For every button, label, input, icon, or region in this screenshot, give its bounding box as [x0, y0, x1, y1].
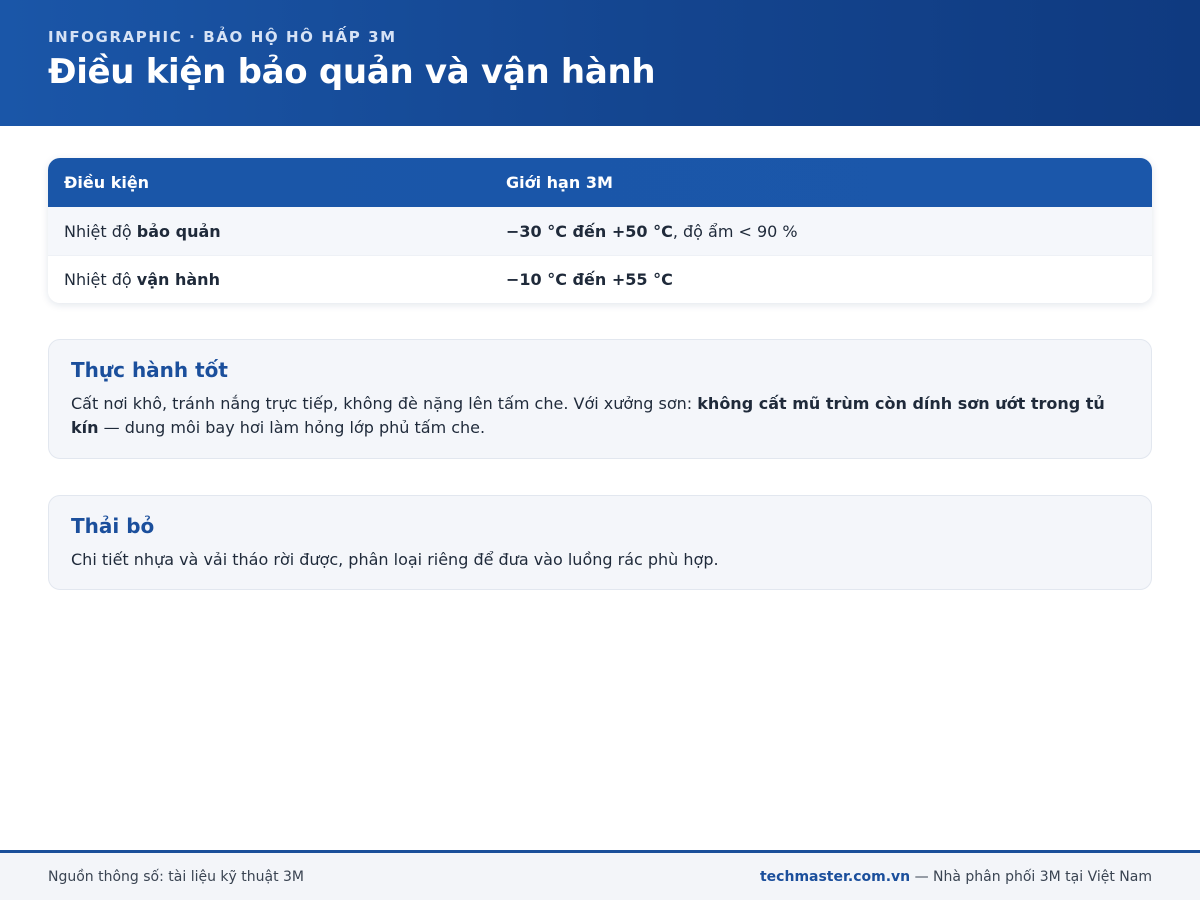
cell-text-bold: −30 °C đến +50 °C — [506, 221, 673, 241]
column-header-limit: Giới hạn 3M — [506, 173, 613, 192]
table-row: Nhiệt độ bảo quản −30 °C đến +50 °C, độ … — [48, 207, 1152, 255]
best-practice-card: Thực hành tốt Cất nơi khô, tránh nắng tr… — [48, 339, 1152, 459]
cell-text: , độ ẩm < 90 % — [672, 221, 798, 241]
card-text: Cất nơi khô, tránh nắng trực tiếp, không… — [71, 392, 1129, 440]
page-footer: Nguồn thông số: tài liệu kỹ thuật 3M tec… — [0, 850, 1200, 900]
card-title: Thực hành tốt — [71, 358, 228, 382]
table-cell-limit: −10 °C đến +55 °C — [490, 270, 1152, 289]
cell-text: Nhiệt độ — [64, 221, 137, 241]
cell-text-bold: bảo quản — [136, 221, 221, 241]
page-title: Điều kiện bảo quản và vận hành — [48, 52, 656, 92]
disposal-card: Thải bỏ Chi tiết nhựa và vải tháo rời đư… — [48, 495, 1152, 590]
card-text-part: — dung môi bay hơi làm hỏng lớp phủ tấm … — [98, 418, 486, 437]
cell-text-bold: −10 °C đến +55 °C — [506, 270, 673, 289]
footer-credit: techmaster.com.vn — Nhà phân phối 3M tại… — [760, 869, 1152, 885]
eyebrow-label: INFOGRAPHIC · BẢO HỘ HÔ HẤP 3M — [48, 28, 397, 46]
table-cell-limit: −30 °C đến +50 °C, độ ẩm < 90 % — [490, 222, 1152, 241]
table-row: Nhiệt độ vận hành −10 °C đến +55 °C — [48, 255, 1152, 303]
cell-text-bold: vận hành — [136, 270, 220, 289]
card-text-part: Cất nơi khô, tránh nắng trực tiếp, không… — [71, 394, 698, 413]
footer-tagline: — Nhà phân phối 3M tại Việt Nam — [910, 868, 1152, 885]
footer-source: Nguồn thông số: tài liệu kỹ thuật 3M — [48, 868, 304, 885]
table-cell-condition: Nhiệt độ bảo quản — [48, 222, 490, 241]
table-header-row: Điều kiện Giới hạn 3M — [48, 158, 1152, 207]
conditions-table: Điều kiện Giới hạn 3M Nhiệt độ bảo quản … — [48, 158, 1152, 303]
table-cell-condition: Nhiệt độ vận hành — [48, 270, 490, 289]
cell-text: Nhiệt độ — [64, 270, 137, 289]
page-header: INFOGRAPHIC · BẢO HỘ HÔ HẤP 3M Điều kiện… — [0, 0, 1200, 126]
column-header-condition: Điều kiện — [64, 173, 150, 192]
footer-site-link[interactable]: techmaster.com.vn — [760, 869, 910, 885]
card-title: Thải bỏ — [71, 514, 155, 538]
card-text: Chi tiết nhựa và vải tháo rời được, phân… — [71, 550, 719, 569]
